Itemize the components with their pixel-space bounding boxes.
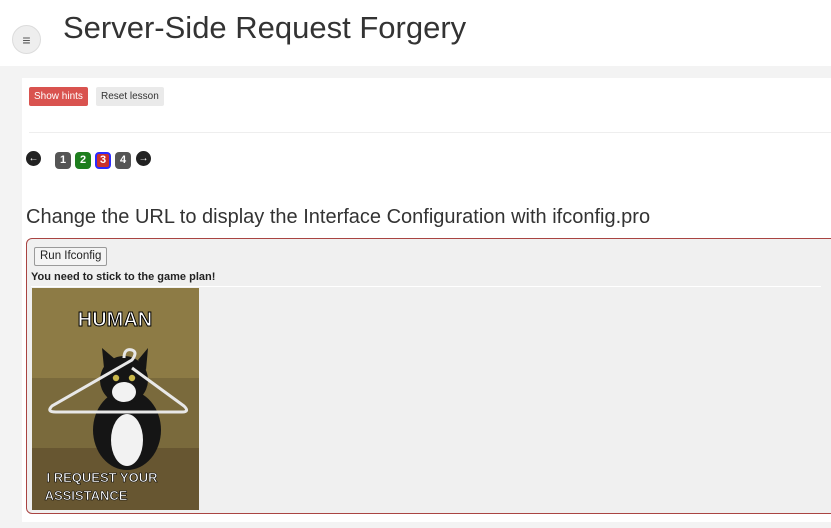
reset-lesson-button[interactable]: Reset lesson bbox=[96, 87, 164, 106]
hamburger-icon: ≡ bbox=[22, 31, 31, 48]
output-area bbox=[31, 286, 821, 287]
page-title: Server-Side Request Forgery bbox=[63, 10, 467, 45]
meme-bottom-text-line1: I REQUEST YOUR bbox=[46, 470, 158, 485]
page-4-button[interactable]: 4 bbox=[115, 152, 131, 169]
page-3-button[interactable]: 3 bbox=[95, 152, 111, 169]
lesson-pagination: ← 1 2 3 4 → bbox=[26, 150, 226, 172]
feedback-message: You need to stick to the game plan! bbox=[31, 271, 216, 283]
meme-top-text: HUMAN bbox=[78, 309, 152, 331]
lesson-panel: Show hints Reset lesson ← 1 2 3 4 → Chan… bbox=[22, 78, 831, 522]
show-hints-button[interactable]: Show hints bbox=[29, 87, 88, 106]
page-1-button[interactable]: 1 bbox=[55, 152, 71, 169]
top-bar: ≡ Server-Side Request Forgery bbox=[0, 0, 831, 66]
next-page-icon[interactable]: → bbox=[136, 151, 151, 166]
divider bbox=[29, 132, 831, 133]
run-ifconfig-button[interactable]: Run Ifconfig bbox=[34, 247, 108, 266]
cat-meme-image: HUMAN I REQUEST YOUR ASSISTANCE bbox=[32, 288, 199, 510]
menu-toggle-button[interactable]: ≡ bbox=[12, 25, 41, 54]
previous-page-icon[interactable]: ← bbox=[26, 151, 41, 166]
page-2-button[interactable]: 2 bbox=[75, 152, 91, 169]
meme-bottom-text-line2: ASSISTANCE bbox=[45, 488, 128, 503]
lesson-instruction: Change the URL to display the Interface … bbox=[26, 206, 651, 228]
attack-form-container: Run Ifconfig You need to stick to the ga… bbox=[26, 238, 831, 514]
